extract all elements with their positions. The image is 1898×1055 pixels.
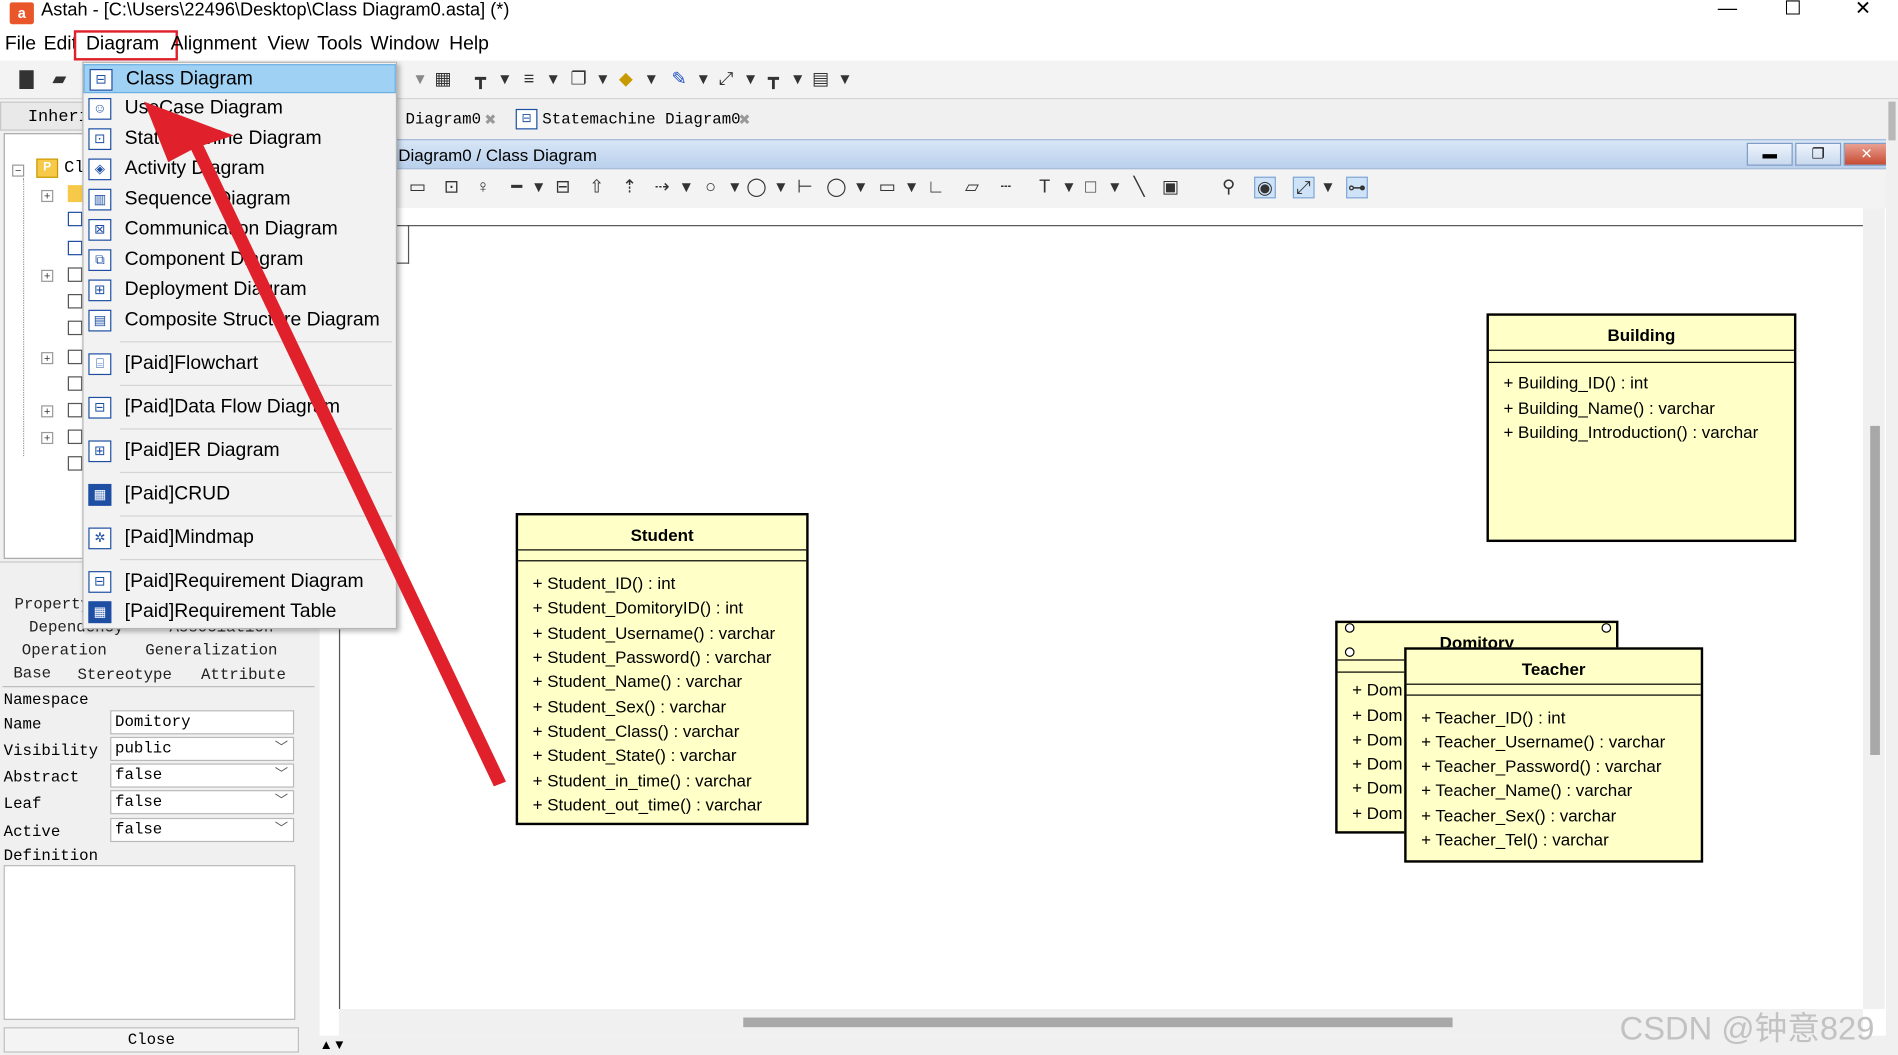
watermark: CSDN @钟意829 [1619,1010,1875,1047]
annotation-arrow [144,101,506,787]
red-arrow-shape [144,101,506,787]
